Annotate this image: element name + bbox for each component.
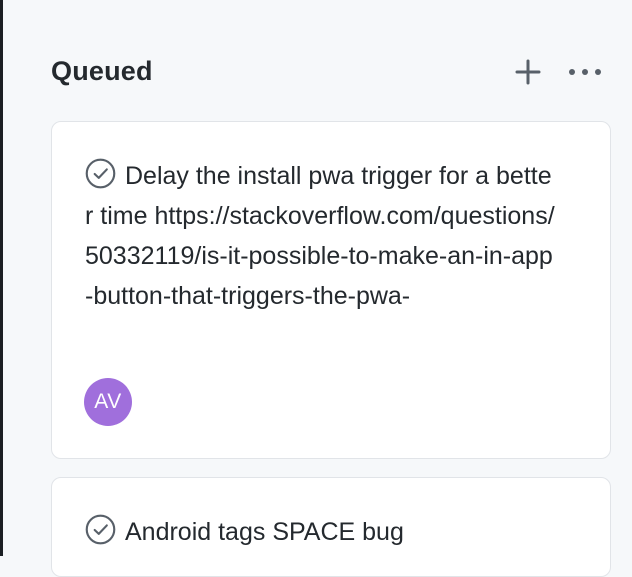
kebab-horizontal-icon	[569, 69, 601, 75]
column-menu-button[interactable]	[567, 56, 603, 88]
card-title: Android tags SPACE bug	[125, 518, 404, 546]
card-note-link[interactable]: https://stackoverflow.com/questions/5033…	[85, 202, 555, 310]
note-card[interactable]: Delay the install pwa trigger for a bett…	[51, 121, 611, 459]
add-card-button[interactable]	[510, 56, 546, 88]
column-header: Queued	[51, 50, 607, 96]
column-title: Queued	[51, 56, 153, 86]
card-body: Delay the install pwa trigger for a bett…	[85, 156, 555, 316]
assignee-avatar[interactable]: AV	[84, 378, 132, 426]
check-circle-icon	[85, 158, 116, 189]
check-circle-icon	[85, 514, 116, 545]
card-body: Android tags SPACE bug	[85, 512, 555, 552]
plus-icon	[515, 59, 541, 85]
project-column-queued: Queued Delay the install pwa trigger for…	[3, 0, 632, 577]
note-card[interactable]: Android tags SPACE bug	[51, 477, 611, 577]
